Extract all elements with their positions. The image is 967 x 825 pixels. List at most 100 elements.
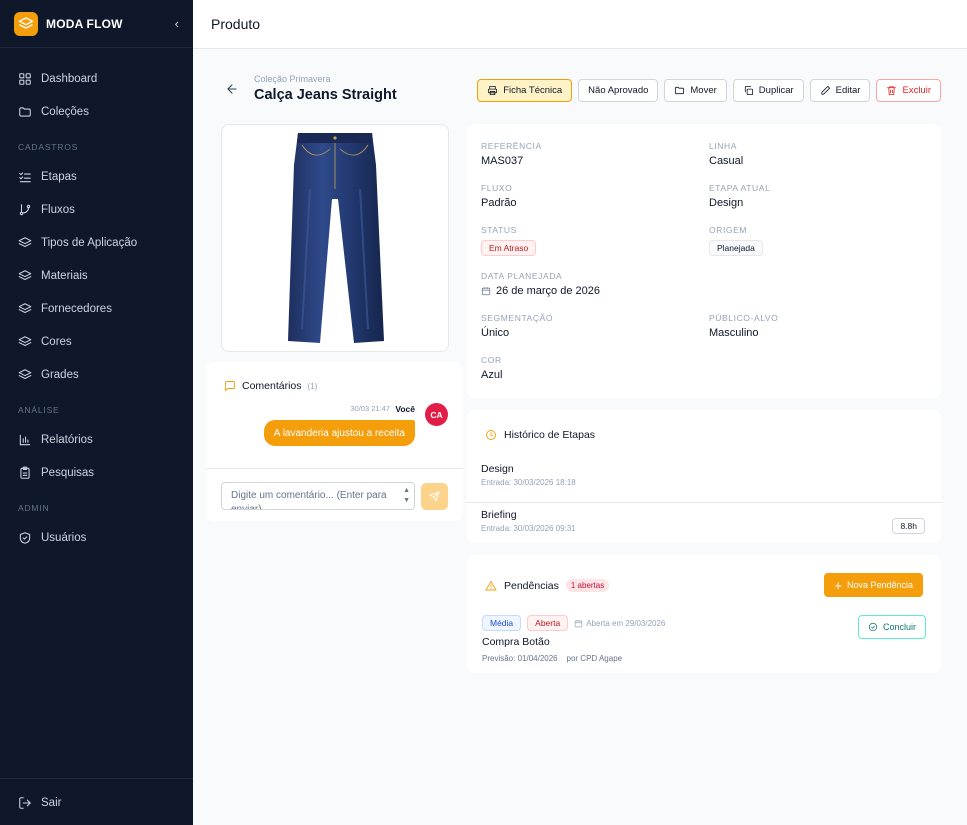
history-stage-name: Design — [481, 463, 514, 475]
send-comment-button[interactable] — [421, 483, 448, 510]
field-value-date: 26 de março de 2026 — [481, 285, 600, 297]
move-button[interactable]: Mover — [664, 79, 727, 102]
avatar: CA — [425, 403, 448, 426]
sidebar-item-tipos-aplicacao[interactable]: Tipos de Aplicação — [0, 226, 193, 259]
field-etapa-atual: ETAPA ATUAL Design — [709, 183, 770, 209]
field-value: Design — [709, 197, 744, 209]
edit-label: Editar — [835, 85, 861, 96]
history-stage-name: Briefing — [481, 509, 517, 521]
pending-item-meta: Previsão: 01/04/2026 por CPD Agape — [482, 654, 622, 663]
field-label: DATA PLANEJADA — [481, 271, 563, 281]
sidebar-item-pesquisas[interactable]: Pesquisas — [0, 456, 193, 489]
arrow-left-icon — [227, 84, 237, 94]
sidebar-item-cores[interactable]: Cores — [0, 325, 193, 358]
sidebar-item-label: Coleções — [41, 105, 89, 118]
comments-header: Comentários (1) — [224, 380, 317, 392]
delete-button[interactable]: Excluir — [876, 79, 941, 102]
pending-opened: Aberta em 29/03/2026 — [574, 619, 665, 628]
copy-icon — [744, 85, 753, 96]
edit-button[interactable]: Editar — [809, 79, 871, 102]
pending-open-badge: 1 abertas — [565, 579, 610, 592]
printer-icon — [488, 85, 498, 96]
logout-icon — [19, 796, 31, 809]
priority-badge: Média — [482, 615, 522, 631]
calendar-icon — [481, 287, 491, 296]
field-value: Casual — [709, 155, 744, 167]
comment-author: Você — [395, 404, 415, 414]
shield-icon — [19, 531, 31, 544]
sidebar-item-fluxos[interactable]: Fluxos — [0, 193, 193, 226]
move-label: Mover — [690, 85, 717, 96]
jeans-product-image — [288, 133, 384, 343]
comments-count: (1) — [307, 381, 318, 391]
planned-date: 26 de março de 2026 — [496, 285, 600, 297]
sidebar-item-label: Fluxos — [41, 203, 75, 216]
field-label: FLUXO — [481, 183, 513, 193]
alert-triangle-icon — [485, 580, 497, 590]
field-label: ETAPA ATUAL — [709, 183, 771, 193]
layers-logo-icon — [14, 11, 38, 36]
product-title: Calça Jeans Straight — [254, 87, 397, 103]
pending-items-card: Pendências 1 abertas + Nova Pendência Mé… — [467, 555, 941, 673]
sidebar-item-label: Cores — [41, 335, 72, 348]
comment-input-placeholder: Digite um comentário... (Enter para envi… — [231, 490, 387, 510]
pending-item-title: Compra Botão — [482, 636, 550, 648]
sidebar-item-label: Relatórios — [41, 433, 93, 446]
logout-button[interactable]: Sair — [0, 779, 193, 825]
sidebar: MODA FLOW ‹ Dashboard Coleções CADASTROS… — [0, 0, 193, 825]
field-label: REFERÊNCIA — [481, 141, 542, 151]
field-segmentacao: SEGMENTAÇÃO Único — [481, 313, 553, 339]
history-row: Design Entrada: 30/03/2026 18:18 — [467, 457, 941, 503]
conclude-button[interactable]: Concluir — [857, 615, 926, 639]
conclude-label: Concluir — [882, 622, 916, 632]
plus-icon: + — [834, 577, 842, 593]
layers-icon — [18, 302, 32, 313]
field-label: LINHA — [709, 141, 738, 151]
field-label: ORIGEM — [709, 225, 748, 235]
sidebar-item-label: Etapas — [41, 170, 77, 183]
pending-title: Pendências — [504, 579, 559, 592]
sidebar-item-relatorios[interactable]: Relatórios — [0, 423, 193, 456]
field-label: SEGMENTAÇÃO — [481, 313, 554, 323]
sidebar-item-label: Pesquisas — [41, 466, 95, 479]
bar-chart-icon — [19, 434, 31, 445]
new-pending-button[interactable]: + Nova Pendência — [824, 573, 923, 597]
sidebar-item-label: Materiais — [41, 269, 88, 282]
sidebar-item-etapas[interactable]: Etapas — [0, 160, 193, 193]
list-checks-icon — [19, 171, 31, 182]
sidebar-item-usuarios[interactable]: Usuários — [0, 521, 193, 554]
sidebar-item-label: Grades — [41, 368, 79, 381]
sidebar-item-dashboard[interactable]: Dashboard — [0, 62, 193, 95]
trash-icon — [887, 86, 897, 96]
git-branch-icon — [19, 203, 31, 215]
comment-input[interactable]: Digite um comentário... (Enter para envi… — [221, 482, 415, 510]
tech-sheet-label: Ficha Técnica — [503, 85, 563, 96]
sidebar-item-fornecedores[interactable]: Fornecedores — [0, 292, 193, 325]
sidebar-section-title: CADASTROS — [18, 142, 79, 152]
comments-title: Comentários — [242, 380, 302, 392]
back-button[interactable] — [225, 82, 241, 98]
delete-label: Excluir — [902, 85, 931, 96]
pencil-icon — [821, 85, 830, 95]
tech-sheet-button[interactable]: Ficha Técnica — [477, 79, 573, 102]
send-icon — [429, 491, 440, 502]
sidebar-nav: Dashboard Coleções CADASTROS Etapas Flux… — [0, 48, 193, 554]
collapse-sidebar-icon[interactable]: ‹ — [175, 16, 179, 31]
folder-open-icon — [19, 106, 31, 117]
textarea-scroll-arrows[interactable]: ▲ ▼ — [403, 486, 410, 506]
sidebar-item-colecoes[interactable]: Coleções — [0, 95, 193, 128]
duplicate-button[interactable]: Duplicar — [732, 79, 804, 102]
sidebar-item-grades[interactable]: Grades — [0, 358, 193, 391]
topbar: Produto — [193, 0, 967, 49]
product-image-card — [221, 124, 449, 352]
history-entry-date: Entrada: 30/03/2026 18:18 — [481, 478, 576, 487]
layers-icon — [18, 236, 32, 247]
clipboard-icon — [20, 466, 30, 479]
layers-icon — [18, 368, 32, 379]
field-cor: COR Azul — [481, 355, 502, 381]
not-approved-button[interactable]: Não Aprovado — [578, 79, 659, 102]
sidebar-item-label: Fornecedores — [41, 302, 112, 315]
sidebar-item-materiais[interactable]: Materiais — [0, 259, 193, 292]
sidebar-section-title: ANÁLISE — [18, 405, 60, 415]
field-value: Masculino — [709, 327, 759, 339]
